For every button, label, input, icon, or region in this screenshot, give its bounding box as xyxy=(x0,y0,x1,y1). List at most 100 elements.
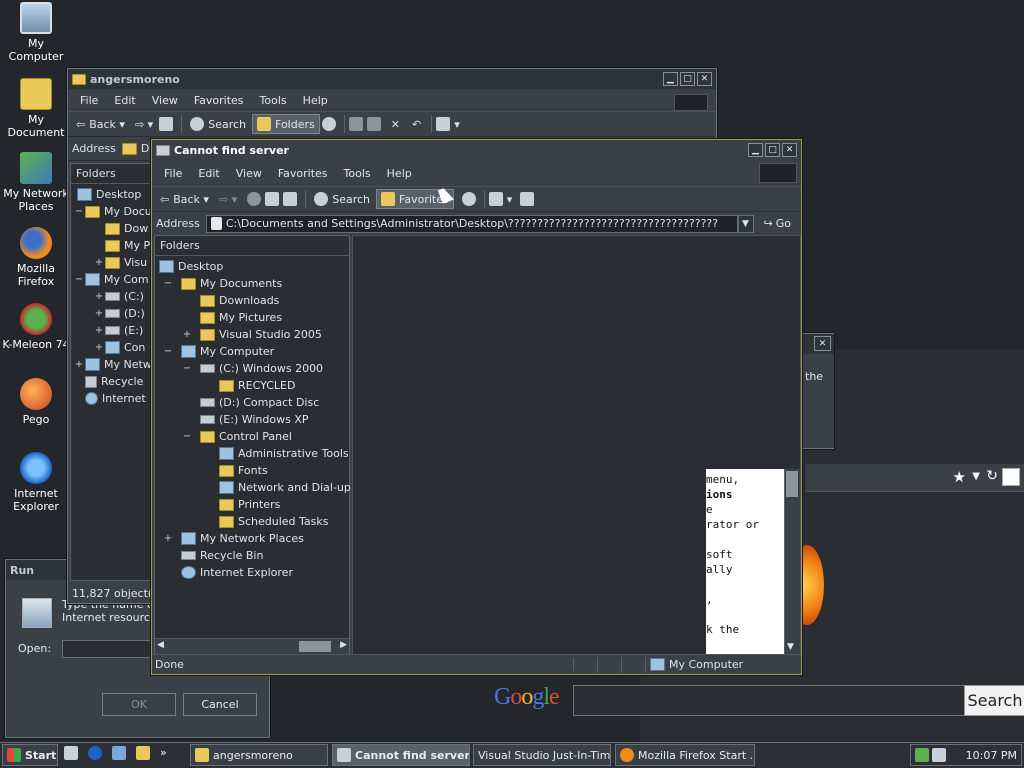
reload-icon[interactable]: ↻ xyxy=(986,468,998,484)
collapse-icon[interactable]: − xyxy=(162,346,174,357)
desktop-icon-internet-explorer[interactable]: Internet Explorer xyxy=(1,452,71,513)
address-dropdown-button[interactable]: ▼ xyxy=(737,214,754,233)
taskbar-item-firefox[interactable]: Mozilla Firefox Start ... xyxy=(615,744,755,766)
history-icon[interactable] xyxy=(461,192,476,206)
expand-icon[interactable]: + xyxy=(162,533,174,544)
front-tree-item[interactable]: Desktop xyxy=(155,258,349,275)
back-menu-view[interactable]: View xyxy=(144,94,186,107)
back-menu-help[interactable]: Help xyxy=(295,94,336,107)
front-tree-item[interactable]: + Visual Studio 2005 xyxy=(155,326,349,343)
back-tree-item[interactable]: + (E:) xyxy=(71,322,153,339)
collapse-icon[interactable]: − xyxy=(181,363,193,374)
back-tree-item[interactable]: + Con xyxy=(71,339,153,356)
copy-to-icon[interactable] xyxy=(366,117,381,131)
front-menu-favorites[interactable]: Favorites xyxy=(270,167,336,180)
run-cancel-button[interactable]: Cancel xyxy=(183,693,257,716)
dropdown-arrow-icon[interactable]: ▼ xyxy=(972,471,980,482)
front-go-button[interactable]: ↪ Go xyxy=(760,214,795,234)
back-menu-edit[interactable]: Edit xyxy=(106,94,143,107)
run-ok-button[interactable]: OK xyxy=(102,693,176,716)
scroll-down-icon[interactable]: ▼ xyxy=(787,642,794,652)
views-icon[interactable] xyxy=(436,117,451,131)
front-forward-button[interactable]: ⇨ ▾ xyxy=(215,189,241,209)
front-menu-file[interactable]: File xyxy=(156,167,190,180)
back-tree-item[interactable]: − My Docu xyxy=(71,203,153,220)
front-tree-item[interactable]: − Control Panel xyxy=(155,428,349,445)
desktop-icon-pego[interactable]: Pego xyxy=(1,378,71,426)
mail-icon[interactable] xyxy=(488,192,503,206)
bookmark-star-icon[interactable]: ★ xyxy=(953,468,966,486)
front-menu-edit[interactable]: Edit xyxy=(190,167,227,180)
back-tree-item[interactable]: + (C:) xyxy=(71,288,153,305)
home-icon[interactable] xyxy=(283,192,298,206)
front-tree-item[interactable]: Scheduled Tasks xyxy=(155,513,349,530)
back-search-button[interactable]: Search xyxy=(186,114,250,134)
history-icon[interactable] xyxy=(321,117,336,131)
back-maximize-button[interactable]: □ xyxy=(680,72,695,86)
front-search-button[interactable]: Search xyxy=(310,189,374,209)
back-folders-button[interactable]: Folders xyxy=(252,114,320,134)
back-back-button[interactable]: ⇦ Back ▾ xyxy=(72,114,129,134)
desktop-icon-firefox[interactable]: Mozilla Firefox xyxy=(1,227,71,288)
front-tree-item[interactable]: Recycle Bin xyxy=(155,547,349,564)
back-menu-tools[interactable]: Tools xyxy=(252,94,295,107)
front-back-button[interactable]: ⇦ Back ▾ xyxy=(156,189,213,209)
content-vertical-scrollbar[interactable]: ▼ xyxy=(784,469,800,654)
undo-icon[interactable]: ↶ xyxy=(412,118,421,131)
back-minimize-button[interactable]: ▁ xyxy=(663,72,678,86)
back-tree-item[interactable]: Desktop xyxy=(71,186,153,203)
back-tree-item[interactable]: − My Com xyxy=(71,271,153,288)
google-search-engine-icon[interactable] xyxy=(1002,468,1020,486)
print-icon[interactable] xyxy=(520,192,535,206)
front-tree-item[interactable]: Network and Dial-up Co xyxy=(155,479,369,496)
network-tray-icon[interactable] xyxy=(915,748,929,762)
front-tree-item[interactable]: + My Network Places xyxy=(155,530,349,547)
back-tree-item[interactable]: Internet xyxy=(71,390,153,407)
taskbar-item-angersmoreno[interactable]: angersmoreno xyxy=(190,744,328,766)
front-close-button[interactable]: ✕ xyxy=(782,143,797,157)
back-tree-item[interactable]: Dow xyxy=(71,220,153,237)
scroll-right-icon[interactable]: ▶ xyxy=(340,640,347,650)
taskbar-item-visual-studio[interactable]: Visual Studio Just-In-Tim... xyxy=(473,744,611,766)
front-maximize-button[interactable]: □ xyxy=(765,143,780,157)
outlook-quicklaunch-icon[interactable] xyxy=(112,746,126,760)
front-tree-item[interactable]: (D:) Compact Disc xyxy=(155,394,349,411)
front-tree-item[interactable]: RECYCLED xyxy=(155,377,349,394)
front-tree-item[interactable]: Printers xyxy=(155,496,349,513)
back-tree-item[interactable]: + My Netw xyxy=(71,356,153,373)
vs-jit-close-button[interactable]: ✕ xyxy=(814,336,831,351)
back-menu-file[interactable]: File xyxy=(72,94,106,107)
desktop-icon-kmeleon[interactable]: K-Meleon 74 xyxy=(1,303,71,351)
tree-horizontal-scrollbar[interactable]: ◀ ▶ xyxy=(155,638,349,654)
front-tree-item[interactable]: Downloads xyxy=(155,292,349,309)
front-menu-tools[interactable]: Tools xyxy=(336,167,379,180)
front-tree-item[interactable]: − (C:) Windows 2000 xyxy=(155,360,349,377)
collapse-icon[interactable]: − xyxy=(181,431,193,442)
refresh-icon[interactable] xyxy=(265,192,280,206)
back-tree-item[interactable]: My P xyxy=(71,237,153,254)
move-to-icon[interactable] xyxy=(348,117,363,131)
views-dropdown-icon[interactable]: ▾ xyxy=(454,118,460,131)
quicklaunch-more-icon[interactable]: » xyxy=(160,746,167,760)
front-menu-view[interactable]: View xyxy=(228,167,270,180)
google-search-input[interactable] xyxy=(573,685,965,716)
explorer-quicklaunch-icon[interactable] xyxy=(136,746,150,760)
scroll-left-icon[interactable]: ◀ xyxy=(157,640,164,650)
collapse-icon[interactable]: − xyxy=(162,278,174,289)
ie-quicklaunch-icon[interactable] xyxy=(88,746,102,760)
back-tree-item[interactable]: + (D:) xyxy=(71,305,153,322)
show-desktop-icon[interactable] xyxy=(64,746,78,760)
google-search-button[interactable]: Search xyxy=(964,685,1024,716)
volume-tray-icon[interactable] xyxy=(932,748,946,762)
front-tree-item[interactable]: − My Documents xyxy=(155,275,349,292)
front-tree-item[interactable]: Administrative Tools xyxy=(155,445,349,462)
up-folder-icon[interactable] xyxy=(159,117,174,131)
delete-icon[interactable]: ✕ xyxy=(391,118,400,131)
back-close-button[interactable]: ✕ xyxy=(697,72,712,86)
front-menu-help[interactable]: Help xyxy=(379,167,420,180)
mail-dropdown-icon[interactable]: ▾ xyxy=(507,193,513,206)
front-tree-item[interactable]: Fonts xyxy=(155,462,349,479)
desktop-icon-my-documents[interactable]: My Document xyxy=(1,78,71,139)
content-scrollbar-thumb[interactable] xyxy=(786,471,798,497)
front-tree-item[interactable]: − My Computer xyxy=(155,343,349,360)
